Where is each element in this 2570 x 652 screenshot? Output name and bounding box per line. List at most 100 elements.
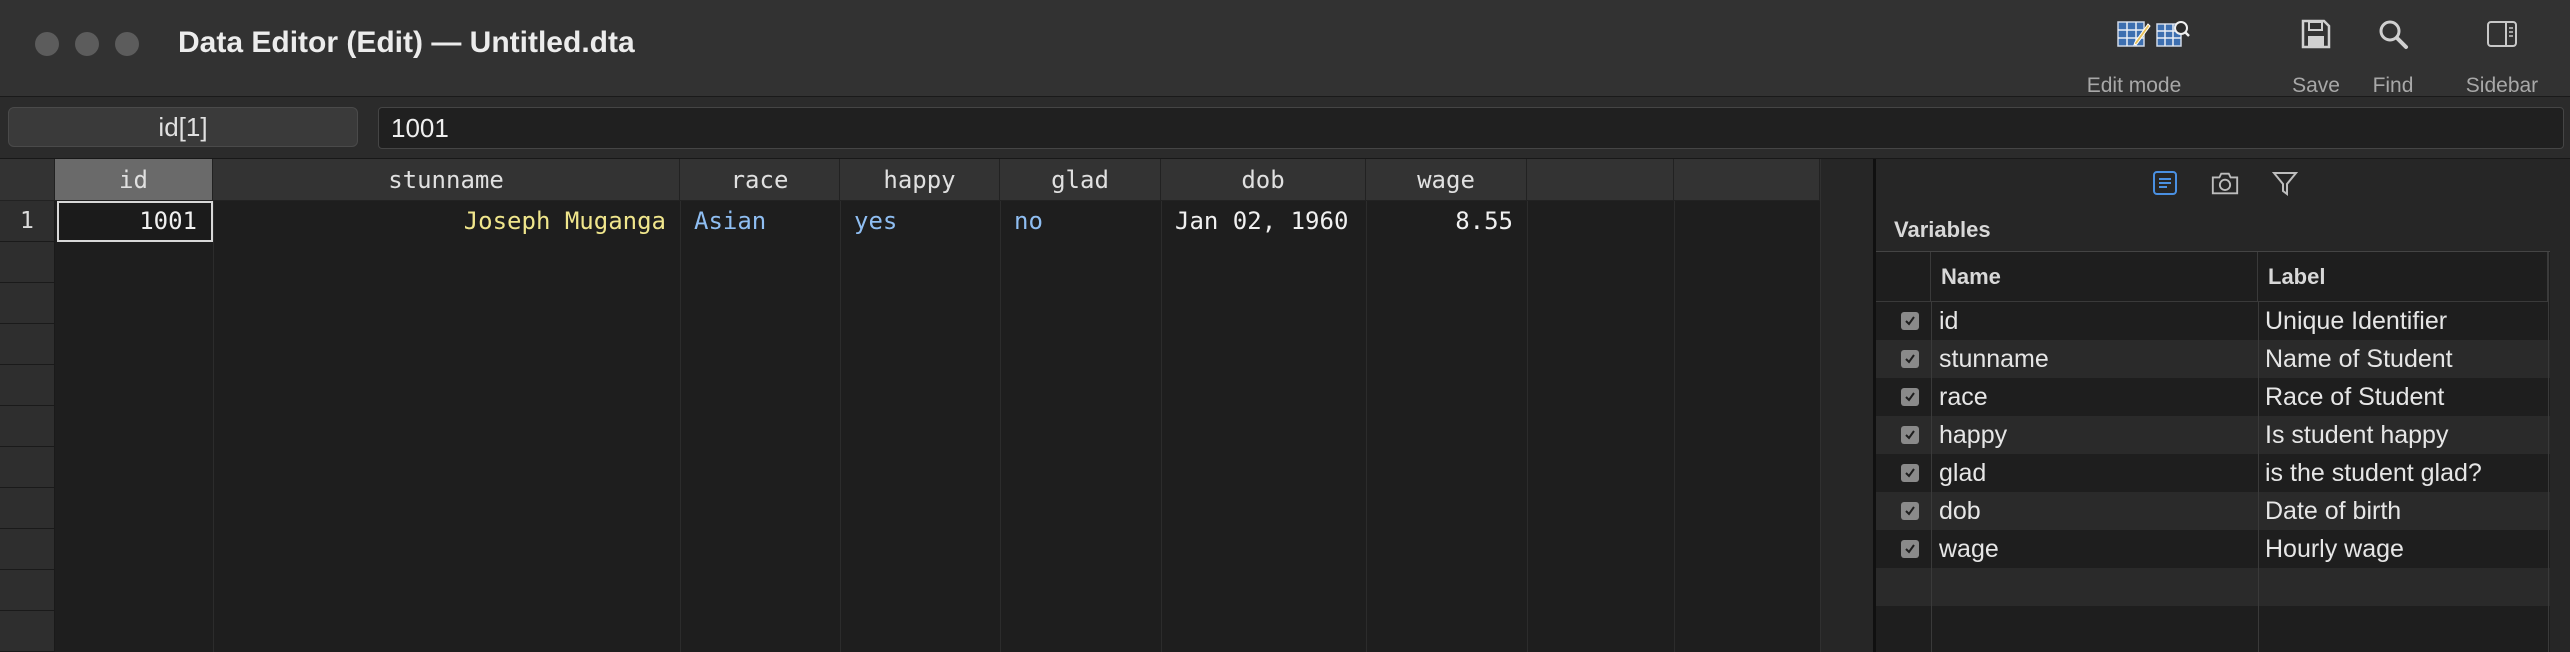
checkmark-icon: [1905, 316, 1915, 326]
find-label: Find: [2372, 74, 2414, 97]
checkmark-icon: [1905, 544, 1915, 554]
sidebar-icon: [2486, 14, 2518, 54]
cell-race[interactable]: Asian: [680, 201, 840, 242]
sidebar-toggle-button[interactable]: Sidebar: [2462, 14, 2542, 98]
column-header-dob[interactable]: dob: [1161, 159, 1366, 201]
variable-name: race: [1939, 383, 1988, 411]
save-label: Save: [2292, 74, 2340, 97]
cell-id[interactable]: 1001: [57, 201, 213, 242]
variable-checkbox[interactable]: [1901, 426, 1919, 444]
variable-row[interactable]: race Race of Student: [1876, 378, 2550, 416]
snapshots-tab[interactable]: [2210, 168, 2240, 198]
variable-checkbox[interactable]: [1901, 502, 1919, 520]
row-header[interactable]: [0, 611, 55, 652]
checkbox-column-header: [1876, 252, 1931, 302]
row-header[interactable]: [0, 365, 55, 406]
variables-table[interactable]: Name Label id Unique Identifier stunname…: [1876, 251, 2550, 652]
edit-bar: id[1] 1001: [0, 97, 2570, 159]
checkmark-icon: [1905, 430, 1915, 440]
row-header[interactable]: [0, 488, 55, 529]
row-header[interactable]: [0, 447, 55, 488]
variable-label: is the student glad?: [2265, 459, 2482, 487]
filter-tab[interactable]: [2270, 168, 2300, 198]
variable-label: Name of Student: [2265, 345, 2453, 373]
variables-section-title: Variables: [1894, 217, 1991, 242]
checkmark-icon: [1905, 354, 1915, 364]
column-header-id[interactable]: id: [55, 159, 213, 201]
variable-label: Unique Identifier: [2265, 307, 2448, 335]
row-header[interactable]: [0, 406, 55, 447]
column-header-glad[interactable]: glad: [1000, 159, 1161, 201]
list-icon: [2152, 171, 2177, 195]
column-header-empty[interactable]: [1674, 159, 1820, 201]
row-header[interactable]: [0, 324, 55, 365]
sidebar-tabs: [1876, 159, 2570, 207]
variable-checkbox[interactable]: [1901, 540, 1919, 558]
sidebar: Variables Name Label id Unique Identifie…: [1873, 159, 2570, 652]
variable-label: Race of Student: [2265, 383, 2445, 411]
variable-row[interactable]: wage Hourly wage: [1876, 530, 2550, 568]
variable-row[interactable]: happy Is student happy: [1876, 416, 2550, 454]
browse-icon: [2156, 14, 2190, 54]
grid-corner: [0, 159, 55, 201]
zoom-window-button[interactable]: [115, 32, 139, 56]
data-grid[interactable]: id stunname race happy glad dob wage 1 1…: [0, 159, 1873, 652]
variable-name: dob: [1939, 497, 1981, 525]
checkmark-icon: [1905, 468, 1915, 478]
close-window-button[interactable]: [35, 32, 59, 56]
column-header-stunname[interactable]: stunname: [213, 159, 680, 201]
cell-happy[interactable]: yes: [840, 201, 1000, 242]
row-header[interactable]: [0, 529, 55, 570]
checkmark-icon: [1905, 392, 1915, 402]
find-button[interactable]: Find: [2368, 14, 2418, 98]
variable-row[interactable]: stunname Name of Student: [1876, 340, 2550, 378]
variable-checkbox[interactable]: [1901, 312, 1919, 330]
variable-checkbox[interactable]: [1901, 464, 1919, 482]
variables-tab[interactable]: [2150, 168, 2180, 198]
row-header[interactable]: 1: [0, 201, 55, 242]
variable-checkbox[interactable]: [1901, 388, 1919, 406]
edit-mode-icon: [2117, 14, 2151, 54]
minimize-window-button[interactable]: [75, 32, 99, 56]
camera-icon: [2211, 172, 2238, 195]
cell-stunname[interactable]: Joseph Muganga: [213, 201, 680, 242]
save-icon: [2300, 14, 2332, 54]
browse-mode-button[interactable]: [2153, 14, 2193, 54]
variable-name: happy: [1939, 421, 2008, 449]
checkmark-icon: [1905, 506, 1915, 516]
edit-mode-label: Edit mode: [2086, 74, 2182, 97]
label-column-header[interactable]: Label: [2258, 252, 2548, 302]
column-header-happy[interactable]: happy: [840, 159, 1000, 201]
variable-row[interactable]: dob Date of birth: [1876, 492, 2550, 530]
window-title: Data Editor (Edit) — Untitled.dta: [178, 26, 635, 59]
column-header-empty[interactable]: [1527, 159, 1674, 201]
column-header-race[interactable]: race: [680, 159, 840, 201]
grid-vertical-scrollbar[interactable]: [1820, 159, 1873, 652]
sidebar-label: Sidebar: [2465, 74, 2539, 97]
search-icon: [2377, 14, 2409, 54]
cell-reference-field[interactable]: id[1]: [8, 107, 358, 147]
variable-label: Hourly wage: [2265, 535, 2404, 563]
row-header[interactable]: [0, 242, 55, 283]
cell-dob[interactable]: Jan 02, 1960: [1161, 201, 1366, 242]
save-button[interactable]: Save: [2290, 14, 2342, 98]
variable-label: Date of birth: [2265, 497, 2402, 525]
cell-glad[interactable]: no: [1000, 201, 1161, 242]
variable-row[interactable]: id Unique Identifier: [1876, 302, 2550, 340]
cell-wage[interactable]: 8.55: [1366, 201, 1527, 242]
row-header[interactable]: [0, 283, 55, 324]
variable-row[interactable]: glad is the student glad?: [1876, 454, 2550, 492]
variable-name: id: [1939, 307, 1959, 335]
variable-name: stunname: [1939, 345, 2049, 373]
empty-row: [1876, 606, 2550, 644]
variable-name: glad: [1939, 459, 1987, 487]
column-header-wage[interactable]: wage: [1366, 159, 1527, 201]
variable-name: wage: [1939, 535, 1999, 563]
variable-label: Is student happy: [2265, 421, 2449, 449]
variable-checkbox[interactable]: [1901, 350, 1919, 368]
row-header[interactable]: [0, 570, 55, 611]
cell-value-input[interactable]: 1001: [378, 107, 2564, 149]
title-bar: Data Editor (Edit) — Untitled.dta Edit m…: [0, 0, 2570, 97]
name-column-header[interactable]: Name: [1931, 252, 2258, 302]
empty-row: [1876, 568, 2550, 606]
